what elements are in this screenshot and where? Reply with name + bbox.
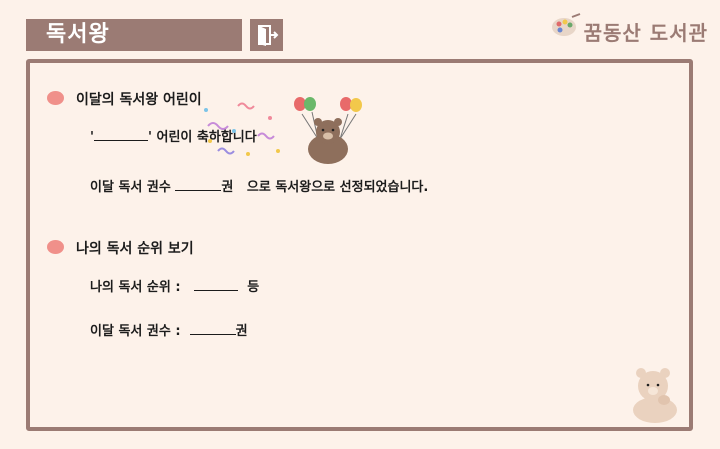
section-heading-rank: 나의 독서 순위 보기: [76, 241, 194, 257]
book-count-blank: [175, 178, 222, 191]
count-unit: 권: [235, 324, 248, 339]
result-line: 이달 독서 권수 권 으로 독서왕으로 선정되었습니다.: [90, 176, 428, 195]
page-title: 독서왕: [26, 19, 242, 51]
rank-unit: 등: [247, 280, 260, 295]
rank-blank: [194, 278, 239, 291]
count-label: 이달 독서 권수 :: [90, 324, 181, 339]
rank-label: 나의 독서 순위 :: [90, 280, 181, 295]
child-name-blank: [93, 128, 148, 141]
rank-row: 나의 독서 순위 : 등: [90, 276, 259, 295]
result-unit: 권: [221, 180, 234, 195]
brand-name: 꿈동산 도서관: [583, 20, 708, 45]
count-row: 이달 독서 권수 : 권: [90, 320, 248, 339]
door-exit-icon: [257, 25, 278, 46]
bullet-dot: [47, 91, 64, 105]
bear-sitting-icon: [633, 368, 677, 423]
library-brand: 꿈동산 도서관: [550, 6, 708, 46]
section-heading-king: 이달의 독서왕 어린이: [76, 92, 202, 108]
confetti-icon: [204, 102, 280, 156]
bear-with-balloons-icon: [294, 97, 362, 164]
result-prefix: 이달 독서 권수: [90, 180, 171, 195]
count-blank: [189, 322, 236, 335]
exit-button[interactable]: [250, 19, 283, 51]
bullet-dot: [47, 240, 64, 254]
result-suffix: 으로 독서왕으로 선정되었습니다.: [246, 180, 429, 195]
palette-icon: [551, 13, 580, 36]
